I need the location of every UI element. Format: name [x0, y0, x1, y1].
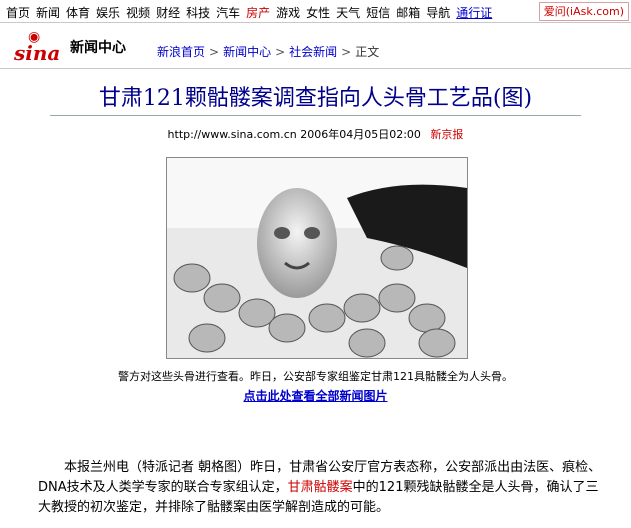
article-source[interactable]: 新京报 [430, 128, 463, 141]
breadcrumb-item[interactable]: 社会新闻 [289, 45, 337, 59]
breadcrumb: 新浪首页 > 新闻中心 > 社会新闻 > 正文 [157, 43, 379, 60]
breadcrumb-item[interactable]: 新闻中心 [223, 45, 271, 59]
top-nav-item[interactable]: 新闻 [36, 6, 60, 20]
sina-logo[interactable]: ◉ sina [14, 29, 64, 65]
sina-logo-text: sina [14, 41, 61, 65]
top-nav-item[interactable]: 房产 [246, 6, 270, 20]
top-nav-item[interactable]: 导航 [426, 6, 450, 20]
article-title: 甘肃121颗骷髅案调查指向人头骨工艺品(图) [98, 86, 533, 111]
top-nav-item[interactable]: 游戏 [276, 6, 300, 20]
top-nav-item[interactable]: 体育 [66, 6, 90, 20]
iask-button[interactable]: 爱问(iAsk.com) [538, 2, 629, 21]
top-nav-item[interactable]: 科技 [186, 6, 210, 20]
site-header: ◉ sina 新闻中心 新浪首页 > 新闻中心 > 社会新闻 > 正文 [0, 23, 631, 69]
top-nav-item[interactable]: 视频 [126, 6, 150, 20]
section-title: 新闻中心 [70, 40, 126, 56]
top-nav-item[interactable]: 汽车 [216, 6, 240, 20]
more-photos-link[interactable]: 点击此处查看全部新闻图片 [0, 387, 631, 404]
top-nav-item[interactable]: 首页 [6, 6, 30, 20]
article-paragraph: 本报兰州电（特派记者 朝格图）昨日，甘肃省公安厅官方表态称，公安部派出由法医、痕… [38, 458, 603, 518]
top-nav-bar: 首页 新闻 体育 娱乐 视频 财经 科技 汽车 房产 游戏 女性 天气 短信 邮箱 导航 通行证 爱问(iAs… [0, 0, 631, 23]
article-meta: http://www.sina.com.cn 2006年04月05日02:00 … [0, 126, 631, 142]
breadcrumb-item[interactable]: 新浪首页 [157, 45, 205, 59]
photo-caption: 警方对这些头骨进行查看。昨日，公安部专家组鉴定甘肃121具骷髅全为人头骨。 [118, 370, 513, 383]
top-nav-links: 首页 新闻 体育 娱乐 视频 财经 科技 汽车 房产 游戏 女性 天气 短信 邮箱 导航 通行证 [6, 4, 498, 21]
article-datetime: 2006年04月05日02:00 [300, 128, 421, 141]
top-nav-item[interactable]: 天气 [336, 6, 360, 20]
top-nav-item[interactable]: 女性 [306, 6, 330, 20]
breadcrumb-separator: > [209, 45, 220, 59]
breadcrumb-item: 正文 [355, 45, 380, 59]
top-nav-item[interactable]: 短信 [366, 6, 390, 20]
article-photo [166, 157, 468, 359]
breadcrumb-separator: > [275, 45, 286, 59]
top-nav-item[interactable]: 财经 [156, 6, 180, 20]
top-nav-item[interactable]: 邮箱 [396, 6, 420, 20]
article-body: 本报兰州电（特派记者 朝格图）昨日，甘肃省公安厅官方表态称，公安部派出由法医、痕… [38, 458, 603, 518]
title-divider [50, 115, 581, 116]
article-url: http://www.sina.com.cn [167, 128, 297, 141]
keyword-link[interactable]: 甘肃骷髅案 [288, 480, 353, 495]
passport-link[interactable]: 通行证 [456, 6, 492, 20]
top-nav-item[interactable]: 娱乐 [96, 6, 120, 20]
breadcrumb-separator: > [341, 45, 352, 59]
skulls-photo-illustration [167, 158, 467, 358]
